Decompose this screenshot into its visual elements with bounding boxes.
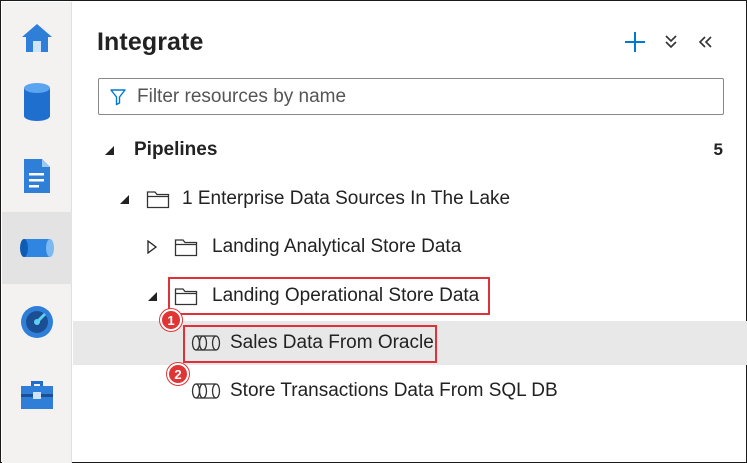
nav-integrate[interactable] <box>2 212 72 284</box>
tree-row-folder-analytical[interactable]: Landing Analytical Store Data <box>73 225 747 269</box>
integrate-panel: Integrate Filter resources by name Pipel… <box>73 2 747 463</box>
callout-box-oracle <box>183 325 437 363</box>
plus-icon <box>625 32 645 52</box>
pipeline-icon <box>20 239 54 257</box>
folder-icon <box>146 189 170 209</box>
collapse-panel-button[interactable] <box>691 28 719 56</box>
tree-row-pipelines[interactable]: Pipelines 5 <box>73 128 747 172</box>
caret-expanded-icon[interactable] <box>145 289 159 303</box>
database-icon <box>24 83 50 121</box>
caret-expanded-icon[interactable] <box>117 192 131 206</box>
folder-label: 1 Enterprise Data Sources In The Lake <box>182 188 511 209</box>
home-icon <box>22 24 52 52</box>
add-resource-button[interactable] <box>621 28 649 56</box>
caret-collapsed-icon[interactable] <box>145 240 159 254</box>
pipelines-label: Pipelines <box>134 139 218 160</box>
callout-badge-2: 2 <box>167 363 189 385</box>
document-icon <box>24 159 50 193</box>
folder-icon <box>174 237 198 257</box>
double-chevron-down-icon <box>665 35 677 49</box>
nav-home[interactable] <box>2 2 72 74</box>
toolbox-icon <box>21 381 53 409</box>
filter-input[interactable] <box>137 85 697 108</box>
filter-icon <box>99 79 137 114</box>
nav-develop[interactable] <box>2 140 72 212</box>
nav-data[interactable] <box>2 66 72 138</box>
pipelines-count: 5 <box>713 140 723 159</box>
left-nav-bar <box>2 2 72 463</box>
gauge-icon <box>21 306 53 338</box>
pipeline-icon <box>191 382 221 400</box>
callout-badge-1: 1 <box>160 309 182 331</box>
pipeline-label: Store Transactions Data From SQL DB <box>230 380 558 401</box>
folder-label: Landing Analytical Store Data <box>212 236 462 257</box>
window-frame: Integrate Filter resources by name Pipel… <box>0 0 747 463</box>
double-chevron-left-icon <box>698 36 712 48</box>
callout-box-operational <box>168 277 490 315</box>
nav-monitor[interactable] <box>2 286 72 358</box>
expand-all-button[interactable] <box>657 28 685 56</box>
panel-title: Integrate <box>97 28 204 56</box>
nav-manage[interactable] <box>2 358 72 430</box>
tree-row-folder-enterprise[interactable]: 1 Enterprise Data Sources In The Lake <box>73 177 747 221</box>
filter-box[interactable] <box>98 78 724 115</box>
caret-expanded-icon[interactable] <box>102 143 116 157</box>
